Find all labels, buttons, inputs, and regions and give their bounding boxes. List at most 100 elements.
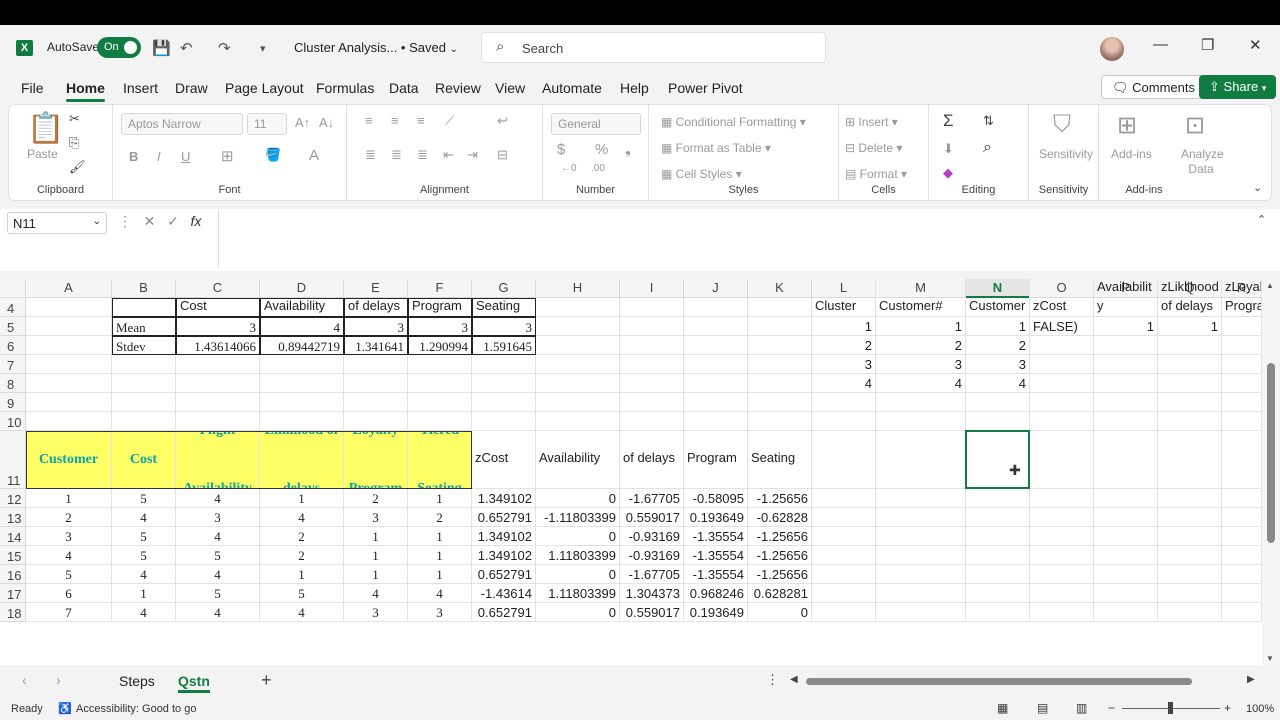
cell[interactable] bbox=[472, 412, 536, 431]
select-all-corner[interactable] bbox=[0, 279, 26, 298]
row-header-12[interactable]: 12 bbox=[0, 489, 26, 508]
bold-icon[interactable]: B bbox=[129, 149, 138, 164]
scroll-up-icon[interactable]: ▲ bbox=[1266, 281, 1274, 290]
close-button[interactable]: ✕ bbox=[1249, 36, 1262, 54]
data-cell[interactable]: 2 bbox=[26, 508, 112, 527]
cell[interactable] bbox=[1030, 393, 1094, 412]
data-cell[interactable]: 5 bbox=[112, 489, 176, 508]
find-select-icon[interactable]: ⌕ bbox=[983, 139, 992, 157]
cell[interactable] bbox=[1222, 431, 1262, 489]
stdev-value[interactable]: 1.591645 bbox=[472, 336, 536, 355]
data-cell[interactable]: 5 bbox=[112, 546, 176, 565]
zoom-slider-thumb[interactable] bbox=[1168, 702, 1173, 714]
analyze-data-button[interactable]: Analyze Data bbox=[1181, 147, 1224, 177]
data-cell[interactable]: 1 bbox=[408, 527, 472, 546]
cell[interactable] bbox=[620, 393, 684, 412]
stdev-value[interactable]: 1.43614066 bbox=[176, 336, 260, 355]
cell[interactable] bbox=[876, 603, 966, 622]
right-table-header[interactable]: Availabilit y bbox=[1094, 279, 1158, 317]
data-cell[interactable]: 6 bbox=[26, 584, 112, 603]
cell[interactable] bbox=[536, 298, 620, 317]
data-table-header[interactable]: Tiered Seating bbox=[408, 431, 472, 489]
scroll-right-icon[interactable]: ▶ bbox=[1247, 674, 1255, 685]
tab-power-pivot[interactable]: Power Pivot bbox=[668, 80, 743, 96]
cell[interactable] bbox=[812, 508, 876, 527]
mean-value[interactable]: 3 bbox=[472, 317, 536, 336]
cell[interactable] bbox=[1030, 546, 1094, 565]
addins-icon[interactable]: ⊞ bbox=[1117, 111, 1137, 140]
tab-draw[interactable]: Draw bbox=[175, 80, 208, 96]
cell[interactable] bbox=[1222, 565, 1262, 584]
cell[interactable] bbox=[26, 336, 112, 355]
tab-home[interactable]: Home bbox=[66, 80, 105, 102]
cell[interactable] bbox=[26, 374, 112, 393]
cell[interactable] bbox=[1158, 374, 1222, 393]
right-table-value[interactable]: 4 bbox=[966, 374, 1030, 393]
right-table-value[interactable]: FALSE) bbox=[1030, 317, 1094, 336]
cell[interactable] bbox=[344, 412, 408, 431]
cell[interactable] bbox=[260, 393, 344, 412]
data-cell[interactable]: 1 bbox=[408, 546, 472, 565]
cell[interactable] bbox=[536, 336, 620, 355]
cell[interactable] bbox=[536, 374, 620, 393]
sensitivity-icon[interactable]: ⛉ bbox=[1053, 111, 1071, 139]
font-name-select[interactable]: Aptos Narrow bbox=[121, 113, 243, 135]
cell[interactable] bbox=[1094, 527, 1158, 546]
right-table-value[interactable]: 1 bbox=[1094, 317, 1158, 336]
data-cell[interactable]: -0.62828 bbox=[748, 508, 812, 527]
minimize-button[interactable]: — bbox=[1153, 36, 1168, 53]
cell[interactable] bbox=[1094, 393, 1158, 412]
right-table-header[interactable]: zLoyal Progra bbox=[1222, 279, 1262, 317]
data-cell[interactable]: 7 bbox=[26, 603, 112, 622]
cell[interactable] bbox=[176, 374, 260, 393]
row-header-18[interactable]: 18 bbox=[0, 603, 26, 622]
data-cell[interactable]: -0.58095 bbox=[684, 489, 748, 508]
cell[interactable] bbox=[1030, 412, 1094, 431]
cell[interactable] bbox=[26, 393, 112, 412]
cell[interactable] bbox=[966, 527, 1030, 546]
row-header-15[interactable]: 15 bbox=[0, 546, 26, 565]
right-table-value[interactable]: 1 bbox=[966, 317, 1030, 336]
mean-value[interactable]: 3 bbox=[344, 317, 408, 336]
collapse-ribbon-icon[interactable]: ⌄ bbox=[1253, 181, 1262, 194]
restore-button[interactable]: ❐ bbox=[1201, 36, 1214, 54]
cell[interactable] bbox=[408, 412, 472, 431]
cell[interactable] bbox=[1222, 374, 1262, 393]
z-table-header[interactable]: zLoyalty Program bbox=[684, 431, 748, 489]
cell[interactable] bbox=[1094, 489, 1158, 508]
cell[interactable] bbox=[876, 527, 966, 546]
cell[interactable] bbox=[260, 374, 344, 393]
stats-header[interactable]: Cost bbox=[176, 298, 260, 317]
right-table-value[interactable]: 4 bbox=[876, 374, 966, 393]
stats-header[interactable]: Loyalty Program bbox=[408, 298, 472, 317]
data-cell[interactable]: 1 bbox=[112, 584, 176, 603]
cell[interactable] bbox=[748, 298, 812, 317]
italic-icon[interactable]: I bbox=[157, 149, 161, 164]
data-cell[interactable]: 0.652791 bbox=[472, 508, 536, 527]
cut-icon[interactable]: ✂ bbox=[69, 111, 80, 127]
cell[interactable] bbox=[684, 336, 748, 355]
data-cell[interactable]: -0.93169 bbox=[620, 527, 684, 546]
worksheet-grid[interactable]: A B C D E F G H I J K L M N O P Q R 4 5 6 7 8 9 10 11 12 13 14 15 16 17… bbox=[0, 279, 1262, 665]
cell[interactable] bbox=[748, 317, 812, 336]
cell[interactable] bbox=[1158, 336, 1222, 355]
avatar[interactable] bbox=[1100, 37, 1124, 61]
tab-data[interactable]: Data bbox=[389, 80, 419, 96]
cell[interactable] bbox=[620, 355, 684, 374]
fill-color-icon[interactable]: 🪣 bbox=[265, 147, 281, 163]
cell[interactable] bbox=[876, 546, 966, 565]
collapse-formula-bar-icon[interactable]: ⌃ bbox=[1257, 213, 1266, 226]
cell[interactable] bbox=[536, 317, 620, 336]
column-header-c[interactable]: C bbox=[176, 279, 260, 298]
cell[interactable] bbox=[472, 393, 536, 412]
data-cell[interactable]: -1.25656 bbox=[748, 546, 812, 565]
cell[interactable] bbox=[876, 584, 966, 603]
right-table-value[interactable]: 3 bbox=[966, 355, 1030, 374]
cell[interactable] bbox=[1094, 565, 1158, 584]
data-table-header[interactable]: Customer bbox=[26, 431, 112, 489]
data-cell[interactable]: -1.35554 bbox=[684, 546, 748, 565]
cell[interactable] bbox=[812, 546, 876, 565]
cell[interactable] bbox=[1094, 431, 1158, 489]
data-cell[interactable]: 4 bbox=[176, 603, 260, 622]
row-header-4[interactable]: 4 bbox=[0, 298, 26, 317]
